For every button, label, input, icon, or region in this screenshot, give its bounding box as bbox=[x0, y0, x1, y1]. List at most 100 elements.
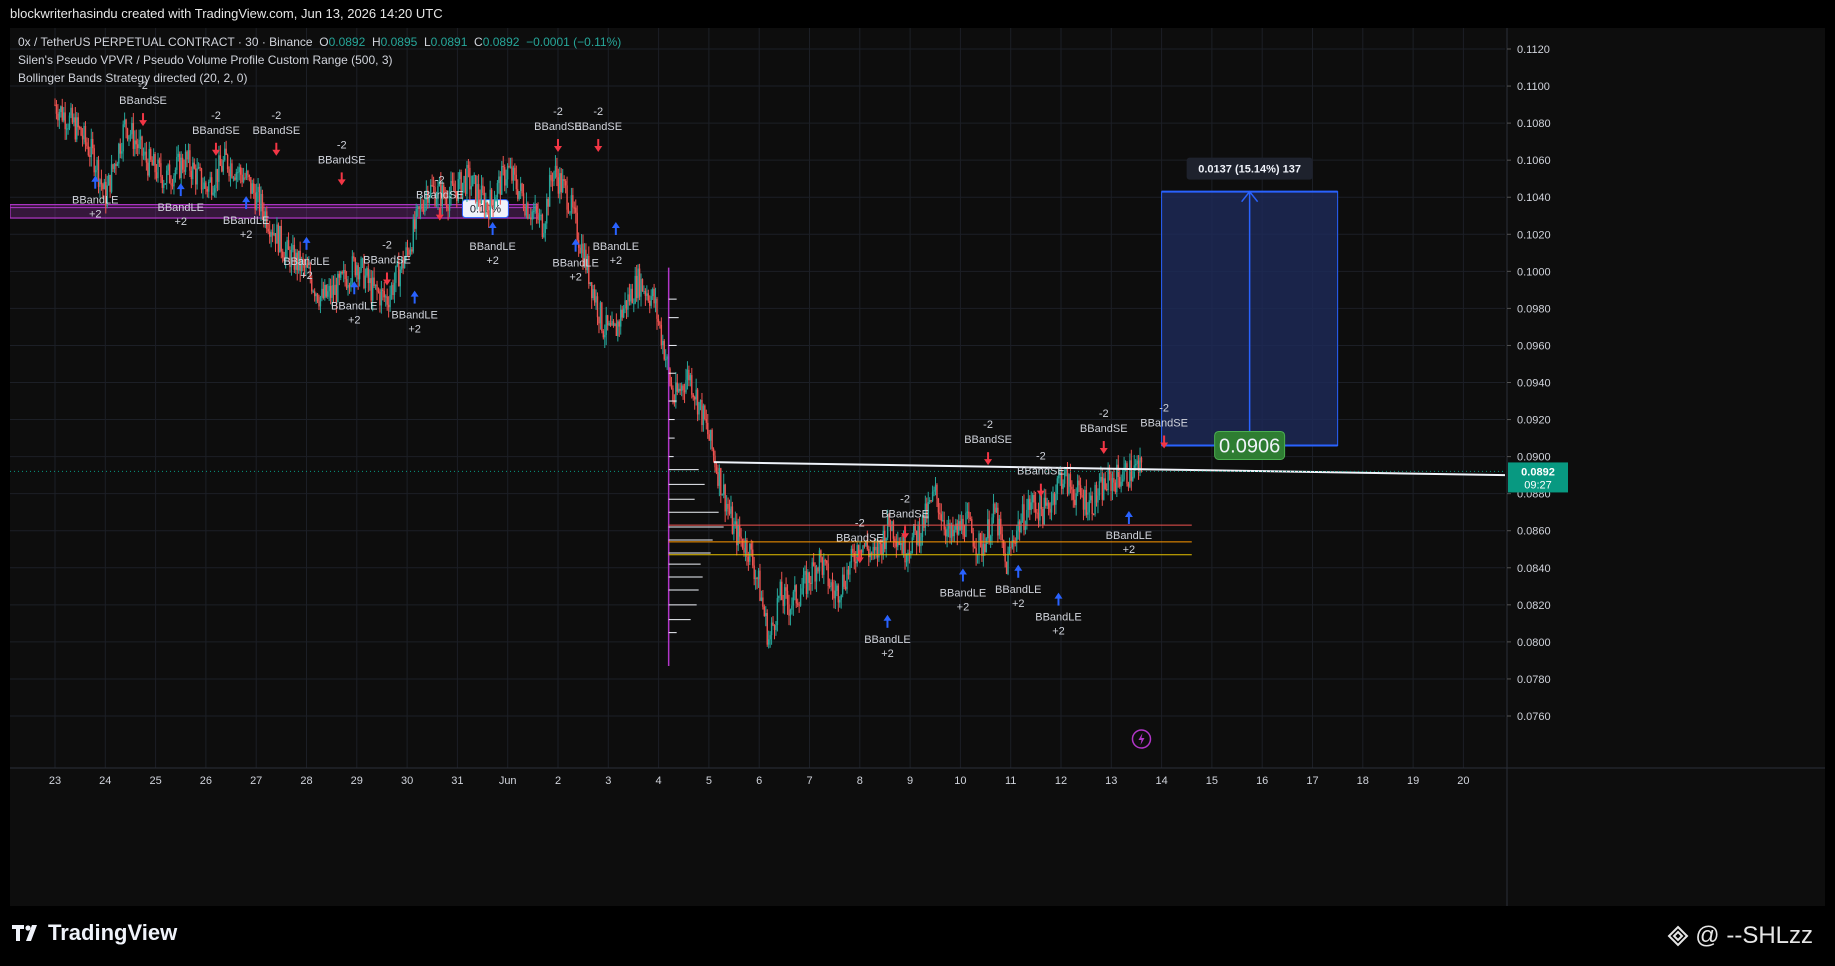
candle-body bbox=[952, 525, 954, 537]
candle-body bbox=[754, 577, 757, 580]
candle-body bbox=[171, 184, 174, 187]
candle-body bbox=[224, 148, 226, 161]
candle-body bbox=[144, 151, 146, 155]
candle-body bbox=[1111, 478, 1114, 491]
long-signal-qty: +2 bbox=[1123, 544, 1136, 556]
candle-body bbox=[505, 179, 507, 186]
long-signal-qty: +2 bbox=[89, 209, 102, 221]
measure-label: 0.0137 (15.14%) 137 bbox=[1198, 164, 1301, 176]
candle-body bbox=[688, 369, 690, 381]
candle-body bbox=[469, 167, 471, 190]
candle-body bbox=[791, 605, 793, 610]
short-signal-qty: -2 bbox=[1036, 451, 1046, 463]
x-tick-label: 5 bbox=[706, 775, 712, 787]
candle-body bbox=[254, 192, 256, 210]
candle-body bbox=[506, 165, 509, 180]
candle-body bbox=[187, 150, 190, 160]
indicator-bollinger[interactable]: Bollinger Bands Strategy directed (20, 2… bbox=[18, 69, 621, 87]
candle-body bbox=[488, 210, 490, 219]
candle-body bbox=[1110, 474, 1112, 491]
candle-body bbox=[928, 500, 931, 502]
candle-body bbox=[387, 304, 390, 308]
candle-body bbox=[379, 291, 381, 306]
candle-body bbox=[548, 174, 551, 207]
candle-body bbox=[811, 562, 813, 584]
candle-body bbox=[775, 625, 777, 630]
candle-body bbox=[638, 268, 641, 297]
candle-body bbox=[824, 560, 826, 562]
long-signal-label: BBandLE bbox=[72, 195, 118, 207]
candle-body bbox=[112, 164, 114, 169]
candle-body bbox=[662, 340, 664, 346]
candle-body bbox=[798, 604, 800, 606]
candle-body bbox=[134, 140, 136, 149]
candle-body bbox=[1066, 468, 1069, 494]
candle-body bbox=[634, 275, 636, 304]
candle-body bbox=[705, 418, 708, 423]
candle-body bbox=[248, 175, 251, 178]
candle-body bbox=[193, 162, 195, 169]
candle-body bbox=[260, 193, 262, 212]
x-tick-label: 16 bbox=[1256, 775, 1268, 787]
candle-body bbox=[617, 321, 619, 336]
x-tick-label: 8 bbox=[857, 775, 863, 787]
candle-body bbox=[1018, 521, 1021, 533]
ohlc-low-label: L bbox=[423, 35, 431, 49]
y-tick-label: 0.0860 bbox=[1517, 526, 1551, 538]
candle-body bbox=[345, 279, 348, 289]
long-signal-qty: +2 bbox=[569, 272, 582, 284]
ohlc-low-value: 0.0891 bbox=[430, 35, 468, 49]
candle-body bbox=[466, 164, 468, 194]
candle-body bbox=[419, 204, 422, 209]
candle-body bbox=[315, 293, 317, 297]
candle-body bbox=[331, 285, 333, 298]
candle-body bbox=[1079, 485, 1082, 495]
candle-body bbox=[222, 160, 224, 172]
candle-body bbox=[1095, 484, 1098, 503]
candle-body bbox=[785, 587, 787, 591]
candle-body bbox=[818, 550, 821, 572]
candle-body bbox=[377, 290, 380, 292]
candle-body bbox=[953, 529, 956, 537]
symbol-title[interactable]: 0x / TetherUS PERPETUAL CONTRACT · 30 · … bbox=[18, 35, 313, 49]
short-signal-label: BBandSE bbox=[964, 434, 1012, 446]
long-signal-label: BBandLE bbox=[158, 202, 204, 214]
candle-body bbox=[972, 532, 974, 547]
candle-body bbox=[889, 525, 892, 532]
candle-body bbox=[382, 289, 384, 291]
candle-body bbox=[527, 203, 529, 219]
price-chart[interactable]: 0.1120 0.1100 0.1080 0.1060 0.1040 0.1020 0.10… bbox=[10, 28, 1825, 906]
candle-body bbox=[270, 232, 272, 237]
candle-body bbox=[1052, 493, 1054, 502]
long-signal-label: BBandLE bbox=[995, 584, 1041, 596]
candle-body bbox=[810, 582, 812, 584]
indicator-vpvr[interactable]: Silen's Pseudo VPVR / Pseudo Volume Prof… bbox=[18, 51, 621, 69]
candle-body bbox=[496, 183, 499, 198]
candle-body bbox=[74, 117, 77, 140]
candle-body bbox=[205, 182, 207, 190]
candle-body bbox=[287, 240, 290, 250]
candle-body bbox=[213, 188, 216, 193]
y-tick-label: 0.0960 bbox=[1517, 340, 1551, 352]
short-signal-qty: -2 bbox=[983, 419, 993, 431]
candle-body bbox=[679, 388, 681, 391]
current-price-tag: 0.0892 bbox=[1521, 466, 1555, 478]
candle-body bbox=[1094, 484, 1096, 515]
candle-body bbox=[870, 552, 873, 554]
tradingview-logo[interactable]: TradingView bbox=[12, 920, 177, 946]
candle-body bbox=[1055, 493, 1057, 505]
short-signal-qty: -2 bbox=[1099, 408, 1109, 420]
long-signal-qty: +2 bbox=[610, 255, 623, 267]
candle-body bbox=[415, 209, 417, 229]
candle-body bbox=[519, 183, 522, 192]
candle-body bbox=[630, 288, 632, 302]
candle-body bbox=[651, 288, 654, 297]
candle-body bbox=[913, 524, 915, 538]
long-signal-label: BBandLE bbox=[223, 215, 269, 227]
y-tick-label: 0.1040 bbox=[1517, 192, 1551, 204]
candle-body bbox=[814, 565, 816, 582]
symbol-row[interactable]: 0x / TetherUS PERPETUAL CONTRACT · 30 · … bbox=[18, 33, 621, 51]
candle-body bbox=[807, 572, 809, 594]
candle-body bbox=[622, 308, 625, 318]
candle-body bbox=[833, 590, 835, 599]
